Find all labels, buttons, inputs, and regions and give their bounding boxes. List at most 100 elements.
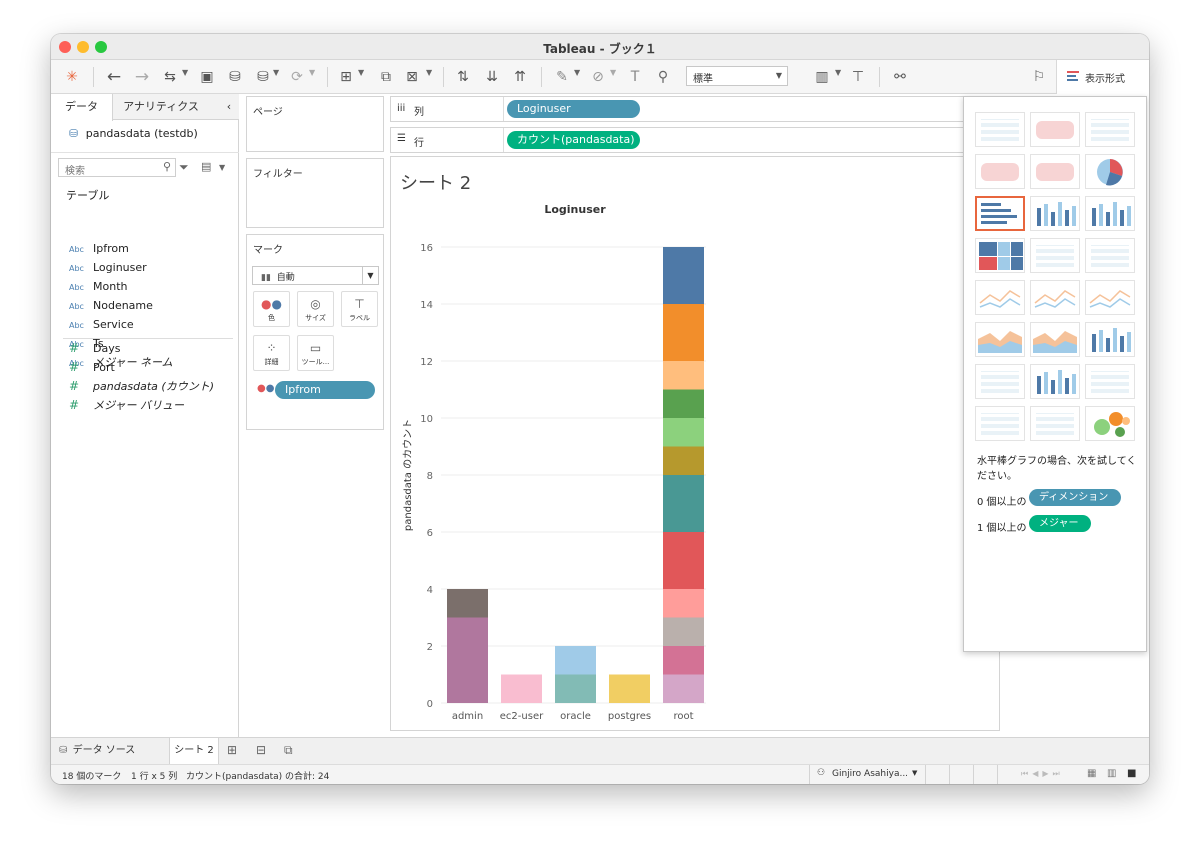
size-button[interactable]: ◎ サイズ bbox=[297, 291, 334, 327]
field-dimension[interactable]: Abc Nodename bbox=[69, 297, 153, 315]
new-datasource-icon[interactable]: ⛁ bbox=[226, 68, 244, 86]
show-me-horizontal-bars[interactable] bbox=[975, 196, 1025, 231]
show-me-highlight-table[interactable] bbox=[1085, 112, 1135, 147]
chevron-down-icon[interactable]: ▼ bbox=[219, 163, 225, 172]
color-button[interactable]: ●● 色 bbox=[253, 291, 290, 327]
chevron-down-icon[interactable]: ▼ bbox=[182, 68, 188, 77]
show-me-circle-views[interactable] bbox=[1030, 238, 1080, 273]
fit-select[interactable]: 標準 ▼ bbox=[686, 66, 788, 86]
tooltip-format-icon[interactable]: ⚐ bbox=[1030, 68, 1048, 86]
chevron-down-icon[interactable]: ▼ bbox=[358, 68, 364, 77]
datasource-item[interactable]: ⛁ pandasdata (testdb) bbox=[69, 127, 198, 140]
mark-type-select[interactable]: ▮▮ 自動 ▼ bbox=[252, 266, 379, 285]
chevron-down-icon[interactable]: ▼ bbox=[426, 68, 432, 77]
new-worksheet-icon[interactable]: ⊞ bbox=[337, 68, 355, 86]
filter-icon[interactable]: ⏷ bbox=[179, 160, 189, 175]
show-me-pie-chart[interactable] bbox=[1085, 154, 1135, 189]
field-measure[interactable]: # Days bbox=[69, 339, 120, 357]
save-icon[interactable]: ▣ bbox=[198, 68, 216, 86]
field-dimension[interactable]: Abc Service bbox=[69, 316, 134, 334]
color-field-pill[interactable]: Ipfrom bbox=[275, 381, 375, 399]
tab-sheet-2[interactable]: シート 2 bbox=[169, 738, 219, 764]
duplicate-sheet-icon[interactable]: ⧉ bbox=[377, 68, 395, 86]
show-me-symbol-map[interactable] bbox=[975, 154, 1025, 189]
show-me-filled-map[interactable] bbox=[1030, 154, 1080, 189]
chevron-down-icon[interactable]: ▼ bbox=[309, 68, 315, 77]
new-story-tab-icon[interactable]: ⧉ bbox=[284, 743, 293, 758]
tab-analytics[interactable]: アナリティクス bbox=[113, 94, 209, 120]
filters-shelf[interactable]: フィルター bbox=[246, 158, 384, 228]
user-menu[interactable]: ⚇ Ginjiro Asahiya... ▼ bbox=[809, 765, 924, 784]
field-dimension[interactable]: Abc Ipfrom bbox=[69, 240, 129, 258]
new-worksheet-tab-icon[interactable]: ⊞ bbox=[227, 743, 237, 757]
collapse-pane-icon[interactable]: ‹ bbox=[219, 94, 239, 120]
clear-sheet-icon[interactable]: ⊠ bbox=[403, 68, 421, 86]
show-me-text-table[interactable] bbox=[975, 112, 1025, 147]
dim-requirement: 0 個以上の bbox=[977, 497, 1027, 508]
chevron-down-icon[interactable]: ▼ bbox=[835, 68, 841, 77]
show-me-scatter-plot[interactable] bbox=[975, 364, 1025, 399]
chevron-down-icon[interactable]: ▼ bbox=[273, 68, 279, 77]
label-button[interactable]: ⊤ ラベル bbox=[341, 291, 378, 327]
grid-view-icon[interactable]: ▦ bbox=[1087, 768, 1096, 779]
show-me-side-by-side-circles[interactable] bbox=[1085, 238, 1135, 273]
sort-ascending-icon[interactable]: ⇊ bbox=[483, 68, 501, 86]
tab-view-icon[interactable]: ■ bbox=[1127, 768, 1136, 779]
show-me-histogram[interactable] bbox=[1030, 364, 1080, 399]
share-icon[interactable]: ⚯ bbox=[891, 68, 909, 86]
search-field[interactable]: ⚲ bbox=[58, 158, 176, 180]
sheet-navigation-icon[interactable]: ⏮◀▶⏭ bbox=[1021, 769, 1064, 779]
show-me-packed-bubbles[interactable] bbox=[1085, 406, 1135, 441]
pause-updates-icon[interactable]: ⛁ bbox=[254, 68, 272, 86]
pages-shelf[interactable]: ページ bbox=[246, 96, 384, 152]
search-input[interactable] bbox=[59, 163, 154, 180]
tab-data[interactable]: データ bbox=[51, 94, 113, 121]
filmstrip-view-icon[interactable]: ▥ bbox=[1107, 768, 1116, 779]
tooltip-button[interactable]: ▭ ツール... bbox=[297, 335, 334, 371]
swap-rows-columns-icon[interactable]: ⇅ bbox=[454, 68, 472, 86]
new-dashboard-tab-icon[interactable]: ⊟ bbox=[256, 743, 266, 757]
refresh-icon[interactable]: ⟳ bbox=[288, 68, 306, 86]
show-me-heat-map[interactable] bbox=[1030, 112, 1080, 147]
field-measure[interactable]: # pandasdata (カウント) bbox=[69, 377, 214, 395]
show-me-area-discrete[interactable] bbox=[1030, 322, 1080, 357]
database-icon: ⛁ bbox=[59, 745, 68, 756]
show-me-stacked-bars[interactable] bbox=[1030, 196, 1080, 231]
show-me-area-continuous[interactable] bbox=[975, 322, 1025, 357]
show-me-dual-combination[interactable] bbox=[1085, 322, 1135, 357]
show-me-lines-discrete[interactable] bbox=[1030, 280, 1080, 315]
group-members-icon[interactable]: ⊘ bbox=[589, 68, 607, 86]
field-dimension[interactable]: Abc Month bbox=[69, 278, 127, 296]
show-me-lines-continuous[interactable] bbox=[975, 280, 1025, 315]
show-labels-icon[interactable]: ▥ bbox=[813, 68, 831, 86]
replay-icon[interactable]: ⇆ bbox=[161, 68, 179, 86]
tab-datasource[interactable]: ⛁ データ ソース bbox=[51, 738, 167, 764]
chevron-down-icon[interactable]: ▼ bbox=[574, 68, 580, 77]
show-mark-labels-icon[interactable]: T bbox=[626, 68, 644, 86]
chevron-down-icon[interactable]: ▼ bbox=[610, 68, 616, 77]
highlight-icon[interactable]: ✎ bbox=[553, 68, 571, 86]
sort-descending-icon[interactable]: ⇈ bbox=[511, 68, 529, 86]
show-me-box-and-whisker[interactable] bbox=[1085, 364, 1135, 399]
show-me-gantt-chart[interactable] bbox=[975, 406, 1025, 441]
show-me-tab[interactable]: 表示形式 bbox=[1056, 60, 1149, 94]
tableau-logo-icon[interactable]: ✳ bbox=[63, 68, 81, 86]
field-measure[interactable]: # メジャー バリュー bbox=[69, 396, 184, 414]
field-measure[interactable]: # Port bbox=[69, 358, 115, 376]
show-me-bullet-graph[interactable] bbox=[1030, 406, 1080, 441]
detail-button[interactable]: ⁘ 詳細 bbox=[253, 335, 290, 371]
view-options-icon[interactable]: ▤ bbox=[201, 160, 211, 173]
columns-pill[interactable]: Loginuser bbox=[507, 100, 640, 118]
show-me-side-by-side-bars[interactable] bbox=[1085, 196, 1135, 231]
undo-icon[interactable]: ← bbox=[105, 68, 123, 86]
chevron-down-icon: ▼ bbox=[775, 71, 782, 80]
presentation-mode-icon[interactable]: ⊤ bbox=[849, 68, 867, 86]
rows-pill[interactable]: カウント(pandasdata) bbox=[507, 131, 640, 149]
bar-segment bbox=[447, 617, 488, 703]
field-dimension[interactable]: Abc Loginuser bbox=[69, 259, 147, 277]
pin-axes-icon[interactable]: ⚲ bbox=[654, 68, 672, 86]
redo-icon[interactable]: → bbox=[133, 68, 151, 86]
y-tick-label: 6 bbox=[427, 528, 433, 539]
show-me-treemap[interactable] bbox=[975, 238, 1025, 273]
show-me-dual-lines[interactable] bbox=[1085, 280, 1135, 315]
